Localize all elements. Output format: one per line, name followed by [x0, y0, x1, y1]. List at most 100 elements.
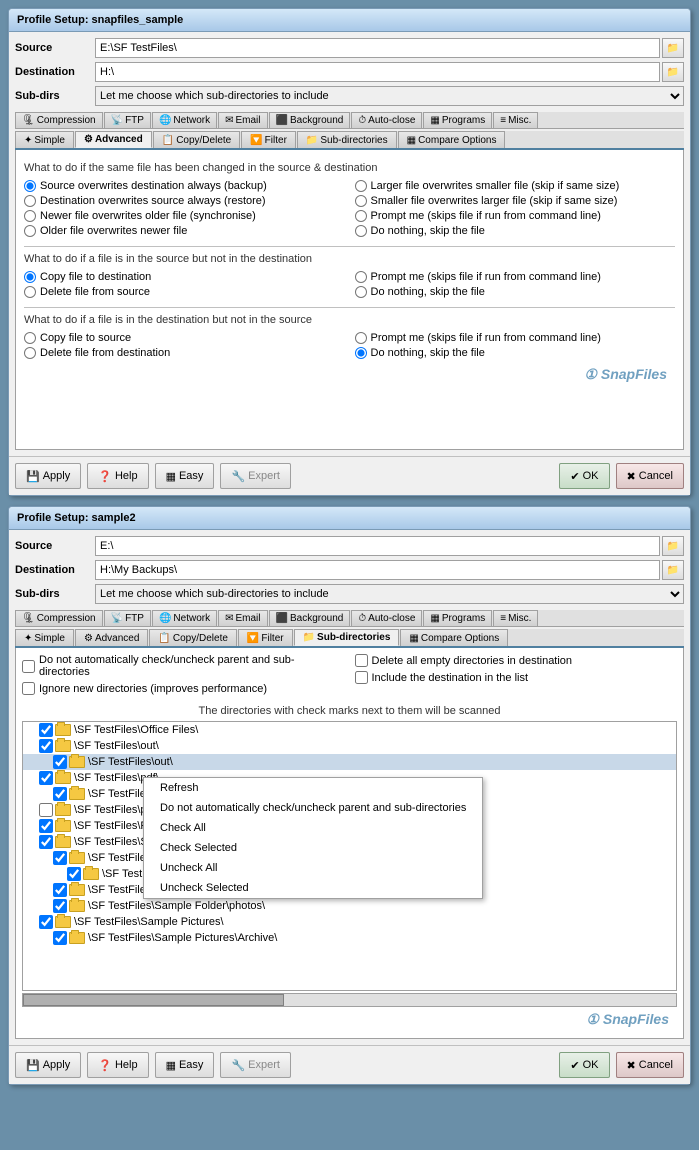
tree-check[interactable] [39, 835, 53, 849]
destination-browse-button-2[interactable]: 📁 [662, 560, 684, 580]
context-no-auto[interactable]: Do not automatically check/uncheck paren… [144, 798, 482, 818]
tree-item[interactable]: \SF TestFiles\Sample Folder\photos\ [23, 898, 676, 914]
destination-browse-button[interactable]: 📁 [662, 62, 684, 82]
tree-item[interactable]: \SF TestFiles\Office Files\ [23, 722, 676, 738]
tab2-misc[interactable]: ≡Misc. [493, 610, 538, 626]
subdirs-select[interactable]: Let me choose which sub-directories to i… [95, 86, 684, 106]
radio-newer-overwrite-input[interactable] [24, 210, 36, 222]
radio-prompt-s1-input[interactable] [355, 210, 367, 222]
tab2-autoclose[interactable]: ⏱Auto-close [351, 610, 422, 626]
tab2-filter[interactable]: 🔽Filter [238, 629, 293, 646]
subdirs-select-2[interactable]: Let me choose which sub-directories to i… [95, 584, 684, 604]
radio-prompt-s2-input[interactable] [355, 271, 367, 283]
destination-input-2[interactable] [95, 560, 660, 580]
tree-check[interactable] [39, 771, 53, 785]
radio-delete-from-dest-input[interactable] [24, 347, 36, 359]
radio-older-overwrite-label: Older file overwrites newer file [40, 225, 187, 237]
radio-donothing-s2-input[interactable] [355, 286, 367, 298]
scrollbar-thumb[interactable] [23, 994, 284, 1006]
tab2-network[interactable]: 🌐Network [152, 610, 217, 626]
tree-check[interactable] [53, 931, 67, 945]
help-button-1[interactable]: ❓ Help [87, 463, 148, 489]
expert-button-1[interactable]: 🔧 Expert [220, 463, 291, 489]
cancel-button-2[interactable]: ✖ Cancel [616, 1052, 684, 1078]
tab-programs[interactable]: ▦Programs [423, 112, 492, 128]
tab2-background[interactable]: ⬛Background [269, 610, 351, 626]
radio-dest-overwrite-input[interactable] [24, 195, 36, 207]
tab-background[interactable]: ⬛Background [269, 112, 351, 128]
tab2-advanced[interactable]: ⚙Advanced [75, 629, 148, 646]
tab2-programs[interactable]: ▦Programs [423, 610, 492, 626]
tree-check[interactable] [53, 899, 67, 913]
tab2-copy-delete[interactable]: 📋Copy/Delete [149, 629, 236, 646]
apply-button-1[interactable]: 💾 Apply [15, 463, 81, 489]
tree-check[interactable] [67, 867, 81, 881]
tab2-email[interactable]: ✉Email [218, 610, 267, 626]
destination-input[interactable] [95, 62, 660, 82]
radio-source-overwrite-input[interactable] [24, 180, 36, 192]
tab-filter[interactable]: 🔽Filter [241, 131, 296, 148]
tree-check[interactable] [53, 787, 67, 801]
tree-item[interactable]: \SF TestFiles\out\ [23, 738, 676, 754]
tab2-compression[interactable]: 🗜Compression [15, 610, 103, 626]
tree-check[interactable] [39, 803, 53, 817]
radio-donothing-s1-input[interactable] [355, 225, 367, 237]
easy-button-2[interactable]: ▦ Easy [155, 1052, 215, 1078]
help-button-2[interactable]: ❓ Help [87, 1052, 148, 1078]
tree-check[interactable] [53, 755, 67, 769]
apply-button-2[interactable]: 💾 Apply [15, 1052, 81, 1078]
tree-check[interactable] [39, 739, 53, 753]
source-input[interactable] [95, 38, 660, 58]
cancel-button-1[interactable]: ✖ Cancel [616, 463, 684, 489]
check-delete-empty-input[interactable] [355, 654, 368, 667]
ok-button-1[interactable]: ✔ OK [559, 463, 609, 489]
tree-check[interactable] [39, 819, 53, 833]
tab-autoclose[interactable]: ⏱Auto-close [351, 112, 422, 128]
tab2-ftp[interactable]: 📡FTP [104, 610, 151, 626]
source-input-2[interactable] [95, 536, 660, 556]
tree-check[interactable] [39, 723, 53, 737]
tab-subdirectories[interactable]: 📁Sub-directories [297, 131, 397, 148]
radio-larger-overwrite-input[interactable] [355, 180, 367, 192]
tab2-simple[interactable]: ✦Simple [15, 629, 74, 646]
tab-misc[interactable]: ≡Misc. [493, 112, 538, 128]
tab2-compare[interactable]: ▦Compare Options [400, 629, 508, 646]
tab-ftp[interactable]: 📡FTP [104, 112, 151, 128]
tree-item[interactable]: \SF TestFiles\out\ [23, 754, 676, 770]
tab2-subdirectories[interactable]: 📁Sub-directories [294, 629, 400, 646]
radio-delete-from-source-input[interactable] [24, 286, 36, 298]
tab-advanced[interactable]: ⚙Advanced [75, 131, 152, 148]
tab-email[interactable]: ✉Email [218, 112, 267, 128]
radio-smaller-overwrite-input[interactable] [355, 195, 367, 207]
tab-simple[interactable]: ✦Simple [15, 131, 74, 148]
context-uncheck-all[interactable]: Uncheck All [144, 858, 482, 878]
expert-button-2[interactable]: 🔧 Expert [220, 1052, 291, 1078]
tree-check[interactable] [39, 915, 53, 929]
radio-copy-to-source-input[interactable] [24, 332, 36, 344]
source-browse-button-2[interactable]: 📁 [662, 536, 684, 556]
context-refresh[interactable]: Refresh [144, 778, 482, 798]
ok-button-2[interactable]: ✔ OK [559, 1052, 609, 1078]
directory-tree[interactable]: \SF TestFiles\Office Files\ \SF TestFile… [22, 721, 677, 991]
context-check-selected[interactable]: Check Selected [144, 838, 482, 858]
easy-button-1[interactable]: ▦ Easy [155, 463, 215, 489]
check-include-dest-input[interactable] [355, 671, 368, 684]
radio-prompt-s3-input[interactable] [355, 332, 367, 344]
horizontal-scrollbar[interactable] [22, 993, 677, 1007]
radio-donothing-s3-input[interactable] [355, 347, 367, 359]
tree-item[interactable]: \SF TestFiles\Sample Pictures\ [23, 914, 676, 930]
tree-check[interactable] [53, 851, 67, 865]
source-browse-button[interactable]: 📁 [662, 38, 684, 58]
context-uncheck-selected[interactable]: Uncheck Selected [144, 878, 482, 898]
check-ignore-new-input[interactable] [22, 682, 35, 695]
radio-older-overwrite-input[interactable] [24, 225, 36, 237]
tab-network[interactable]: 🌐Network [152, 112, 217, 128]
tab-compression[interactable]: 🗜Compression [15, 112, 103, 128]
tab-copy-delete[interactable]: 📋Copy/Delete [153, 131, 240, 148]
check-no-auto-input[interactable] [22, 660, 35, 673]
tab-compare[interactable]: ▦Compare Options [398, 131, 506, 148]
context-check-all[interactable]: Check All [144, 818, 482, 838]
tree-check[interactable] [53, 883, 67, 897]
tree-item[interactable]: \SF TestFiles\Sample Pictures\Archive\ [23, 930, 676, 946]
radio-copy-to-dest-input[interactable] [24, 271, 36, 283]
